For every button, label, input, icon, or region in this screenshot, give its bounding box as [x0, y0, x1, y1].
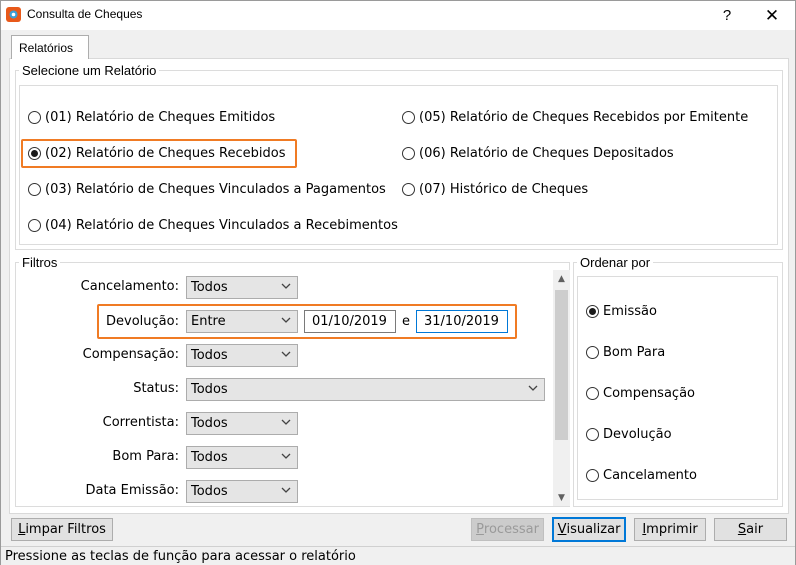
- data-emissao-value: Todos: [191, 484, 228, 499]
- chevron-down-icon: [281, 283, 291, 289]
- dialog-window: Consulta de Cheques ? ✕ Relatórios Selec…: [0, 0, 796, 565]
- visualizar-button[interactable]: Visualizar: [552, 517, 626, 542]
- compensacao-value: Todos: [191, 348, 228, 363]
- chevron-down-icon: [281, 351, 291, 357]
- report-option-03[interactable]: (03) Relatório de Cheques Vinculados a P…: [28, 182, 386, 197]
- report-option-03-radio[interactable]: [28, 183, 41, 196]
- cancelamento-select[interactable]: Todos: [186, 276, 298, 299]
- visualizar-mnemonic: V: [557, 522, 567, 537]
- processar-text: rocessar: [483, 522, 539, 537]
- limpar-filtros-button[interactable]: Limpar Filtros: [11, 518, 113, 541]
- report-option-03-label: (03) Relatório de Cheques Vinculados a P…: [45, 182, 386, 197]
- report-option-06-label: (06) Relatório de Cheques Depositados: [419, 146, 674, 161]
- order-option-compensacao-radio[interactable]: [586, 387, 599, 400]
- scroll-thumb[interactable]: [555, 290, 568, 440]
- cancelamento-label: Cancelamento:: [80, 279, 179, 294]
- imprimir-button[interactable]: Imprimir: [634, 518, 706, 541]
- imprimir-text: mprimir: [646, 522, 698, 537]
- report-option-04-label: (04) Relatório de Cheques Vinculados a R…: [45, 218, 398, 233]
- report-option-06-radio[interactable]: [402, 147, 415, 160]
- chevron-down-icon: [281, 317, 291, 323]
- order-option-cancelamento-label: Cancelamento: [603, 468, 697, 483]
- correntista-select[interactable]: Todos: [186, 412, 298, 435]
- correntista-value: Todos: [191, 416, 228, 431]
- devolucao-label: Devolução:: [106, 314, 179, 329]
- bom-para-value: Todos: [191, 450, 228, 465]
- order-option-devolucao-label: Devolução: [603, 427, 672, 442]
- order-option-emissao[interactable]: Emissão: [586, 304, 657, 319]
- status-select[interactable]: Todos: [186, 378, 545, 401]
- processar-button[interactable]: Processar: [471, 518, 544, 541]
- report-option-05-radio[interactable]: [402, 111, 415, 124]
- order-option-cancelamento[interactable]: Cancelamento: [586, 468, 697, 483]
- report-option-07[interactable]: (07) Histórico de Cheques: [402, 182, 588, 197]
- report-option-04[interactable]: (04) Relatório de Cheques Vinculados a R…: [28, 218, 398, 233]
- title-bar: Consulta de Cheques ? ✕: [1, 1, 795, 30]
- data-emissao-select[interactable]: Todos: [186, 480, 298, 503]
- order-option-emissao-radio[interactable]: [586, 305, 599, 318]
- devolucao-value: Entre: [191, 314, 226, 329]
- order-option-devolucao[interactable]: Devolução: [586, 427, 672, 442]
- report-option-07-radio[interactable]: [402, 183, 415, 196]
- report-option-07-label: (07) Histórico de Cheques: [419, 182, 589, 197]
- order-option-emissao-label: Emissão: [603, 304, 657, 319]
- chevron-down-icon: [528, 385, 538, 391]
- scroll-down-icon[interactable]: ▼: [553, 489, 570, 506]
- sair-text: air: [746, 522, 764, 537]
- devolucao-from-date[interactable]: 01/10/2019: [304, 310, 396, 333]
- order-option-bom-para-label: Bom Para: [603, 345, 666, 360]
- close-button[interactable]: ✕: [750, 1, 794, 30]
- order-option-compensacao[interactable]: Compensação: [586, 386, 695, 401]
- order-option-bom-para[interactable]: Bom Para: [586, 345, 665, 360]
- sair-button[interactable]: Sair: [714, 518, 787, 541]
- order-group-label: Ordenar por: [577, 255, 654, 270]
- correntista-label: Correntista:: [102, 415, 179, 430]
- devolucao-select[interactable]: Entre: [186, 310, 298, 333]
- report-option-01-label: (01) Relatório de Cheques Emitidos: [45, 110, 276, 125]
- window-title: Consulta de Cheques: [27, 7, 143, 21]
- order-option-compensacao-label: Compensação: [603, 386, 695, 401]
- report-option-01[interactable]: (01) Relatório de Cheques Emitidos: [28, 110, 275, 125]
- report-option-02-highlight: [21, 139, 297, 168]
- filters-group-label: Filtros: [19, 255, 61, 270]
- compensacao-label: Compensação:: [82, 347, 179, 362]
- chevron-down-icon: [281, 419, 291, 425]
- bom-para-label: Bom Para:: [112, 449, 179, 464]
- report-option-04-radio[interactable]: [28, 219, 41, 232]
- filters-scrollbar[interactable]: ▲ ▼: [553, 270, 570, 506]
- compensacao-select[interactable]: Todos: [186, 344, 298, 367]
- devolucao-to-date[interactable]: 31/10/2019: [416, 310, 508, 333]
- scroll-up-icon[interactable]: ▲: [553, 270, 570, 287]
- report-option-05-label: (05) Relatório de Cheques Recebidos por …: [419, 110, 749, 125]
- limpar-filtros-text: impar Filtros: [25, 522, 106, 537]
- order-option-cancelamento-radio[interactable]: [586, 469, 599, 482]
- order-option-devolucao-radio[interactable]: [586, 428, 599, 441]
- help-button[interactable]: ?: [705, 1, 749, 30]
- limpar-filtros-mnemonic: L: [18, 522, 26, 537]
- sair-mnemonic: S: [737, 522, 747, 537]
- tab-relatorios[interactable]: Relatórios: [11, 35, 89, 59]
- report-group-label: Selecione um Relatório: [19, 63, 160, 78]
- status-label: Status:: [133, 381, 179, 396]
- status-bar: Pressione as teclas de função para acess…: [1, 546, 795, 565]
- processar-mnemonic: P: [476, 522, 484, 537]
- cancelamento-value: Todos: [191, 280, 228, 295]
- report-option-06[interactable]: (06) Relatório de Cheques Depositados: [402, 146, 674, 161]
- devolucao-and-label: e: [402, 314, 410, 329]
- report-option-01-radio[interactable]: [28, 111, 41, 124]
- report-option-05[interactable]: (05) Relatório de Cheques Recebidos por …: [402, 110, 748, 125]
- chevron-down-icon: [281, 487, 291, 493]
- status-value: Todos: [191, 382, 228, 397]
- app-logo-icon: [6, 7, 21, 22]
- bom-para-select[interactable]: Todos: [186, 446, 298, 469]
- data-emissao-label: Data Emissão:: [85, 483, 179, 498]
- visualizar-text: isualizar: [566, 522, 621, 537]
- chevron-down-icon: [281, 453, 291, 459]
- order-option-bom-para-radio[interactable]: [586, 346, 599, 359]
